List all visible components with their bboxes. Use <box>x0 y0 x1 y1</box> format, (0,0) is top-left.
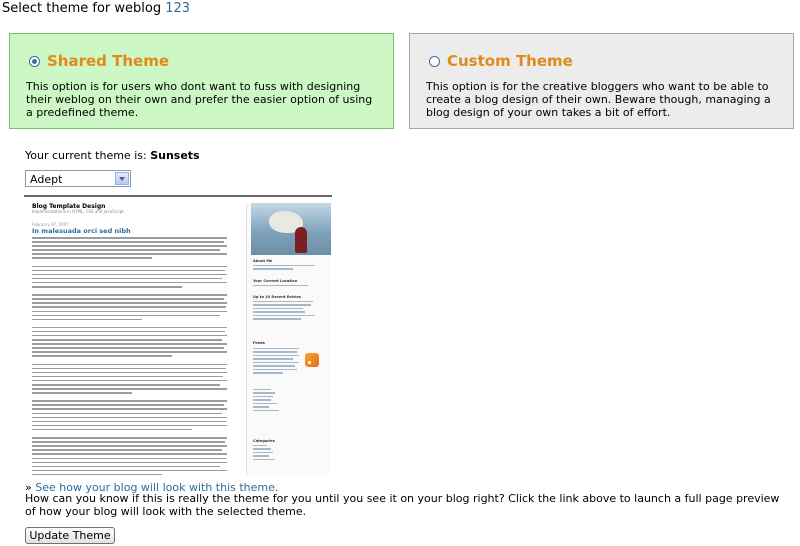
preview-subtitle: Implementations in HTML, CSS and JavaScr… <box>32 209 124 214</box>
preview-sidebar-text <box>253 265 323 272</box>
preview-post-title: In malesuada orci sed nibh <box>32 227 131 235</box>
current-theme-name: Sunsets <box>150 149 200 162</box>
current-theme-line: Your current theme is: Sunsets <box>25 149 200 162</box>
preview-header-photo <box>251 203 331 255</box>
theme-preview-image: Blog Template Design Implementations in … <box>24 195 332 476</box>
preview-sidebar: About Me Your Current Location Up to 10 … <box>246 203 331 475</box>
chevron-down-icon[interactable] <box>115 172 129 185</box>
preview-sidebar-text <box>253 348 301 376</box>
rss-icon <box>305 353 319 367</box>
shared-theme-description: This option is for users who dont want t… <box>26 80 373 119</box>
preview-sidebar-heading: Your Current Location <box>253 279 298 283</box>
shared-theme-radio[interactable] <box>29 55 40 67</box>
custom-theme-radio[interactable] <box>429 55 440 67</box>
theme-select[interactable]: Adept <box>25 170 131 187</box>
custom-theme-title[interactable]: Custom Theme <box>447 52 573 70</box>
custom-theme-description: This option is for the creative bloggers… <box>426 80 771 119</box>
page-title: Select theme for weblog 123 <box>2 1 190 16</box>
theme-select-value[interactable]: Adept <box>30 173 62 186</box>
preview-sidebar-text <box>253 301 323 322</box>
preview-help-text: How can you know if this is really the t… <box>25 492 780 518</box>
current-theme-label: Your current theme is: <box>25 149 147 162</box>
page-title-text: Select theme for weblog <box>2 1 162 16</box>
shared-theme-option[interactable]: Shared Theme This option is for users wh… <box>9 33 394 129</box>
blog-name: 123 <box>165 1 191 16</box>
preview-sidebar-heading: Feeds <box>253 341 265 345</box>
shared-theme-title[interactable]: Shared Theme <box>47 52 169 70</box>
preview-sidebar-heading: Up to 10 Recent Entries <box>253 295 302 299</box>
update-theme-button[interactable]: Update Theme <box>25 527 115 544</box>
custom-theme-option[interactable]: Custom Theme This option is for the crea… <box>409 33 794 129</box>
preview-sidebar-text <box>253 285 323 288</box>
preview-sidebar-heading: Categories <box>253 439 275 443</box>
preview-sidebar-links <box>253 389 293 413</box>
preview-sidebar-links <box>253 445 293 462</box>
preview-post-body <box>32 237 227 476</box>
preview-sidebar-heading: About Me <box>253 259 273 263</box>
